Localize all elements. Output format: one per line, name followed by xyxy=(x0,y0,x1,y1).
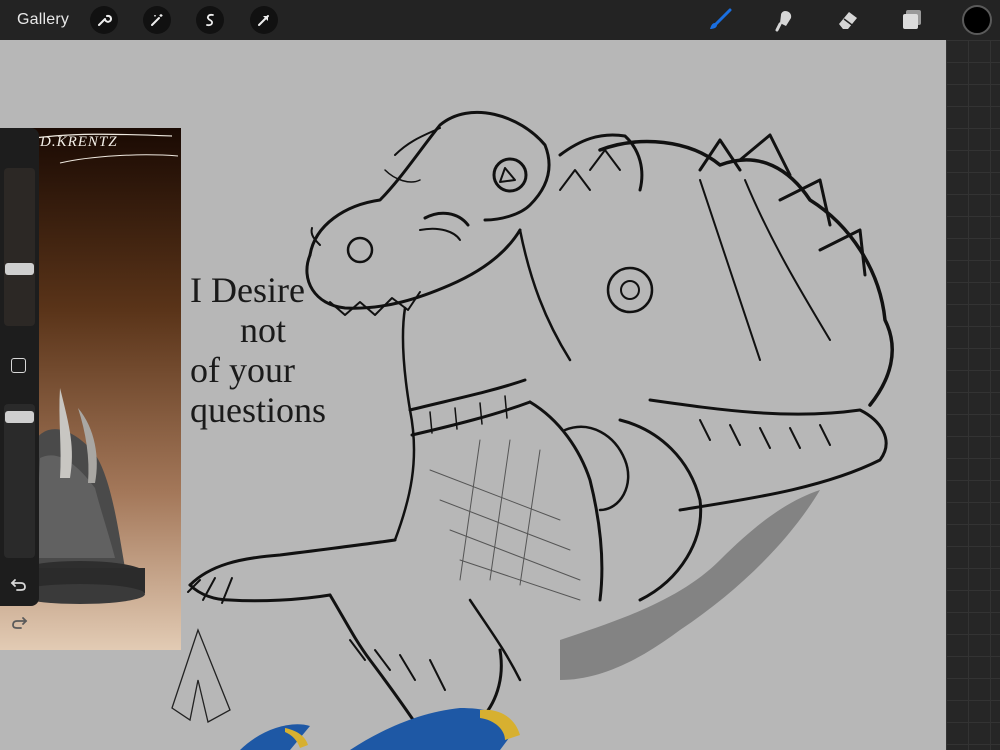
modify-square-button[interactable] xyxy=(11,358,26,373)
handwriting-line: of your xyxy=(190,350,295,390)
eraser-tool-button[interactable] xyxy=(834,6,862,34)
brush-size-thumb[interactable] xyxy=(5,263,34,275)
selection-button[interactable] xyxy=(196,6,224,34)
smudge-tool-button[interactable] xyxy=(770,6,798,34)
canvas-margin-grid xyxy=(946,40,1000,750)
layers-button[interactable] xyxy=(898,6,926,34)
opacity-slider[interactable] xyxy=(4,404,35,558)
transform-button[interactable] xyxy=(250,6,278,34)
undo-button[interactable] xyxy=(9,574,29,594)
drawing-canvas[interactable]: D.KRENTZ I Desire not of your questions xyxy=(0,40,946,750)
transform-arrow-icon xyxy=(258,15,269,26)
handwritten-text: I Desire not of your questions xyxy=(190,270,380,430)
undo-icon xyxy=(10,579,26,591)
opacity-thumb[interactable] xyxy=(5,411,34,423)
side-toolbar xyxy=(0,128,39,629)
actions-button[interactable] xyxy=(90,6,118,34)
eraser-icon xyxy=(839,12,857,29)
layers-icon xyxy=(903,10,921,29)
brush-size-slider[interactable] xyxy=(4,168,35,326)
redo-icon xyxy=(12,617,28,629)
handwriting-line: not xyxy=(240,310,287,350)
smudge-icon xyxy=(775,11,792,32)
dragon-sketch xyxy=(171,110,894,750)
brush-icon xyxy=(710,8,732,29)
handwriting-line: I Desire xyxy=(190,270,305,310)
gallery-button[interactable]: Gallery xyxy=(17,11,69,29)
color-swatch[interactable] xyxy=(962,5,992,35)
magic-wand-icon xyxy=(151,14,163,26)
selection-icon xyxy=(206,13,214,27)
top-toolbar: Gallery xyxy=(0,0,1000,40)
wrench-icon xyxy=(98,14,112,26)
adjustments-button[interactable] xyxy=(143,6,171,34)
brush-tool-button[interactable] xyxy=(706,6,734,34)
handwriting-line: questions xyxy=(190,390,327,430)
redo-button[interactable] xyxy=(9,612,29,632)
